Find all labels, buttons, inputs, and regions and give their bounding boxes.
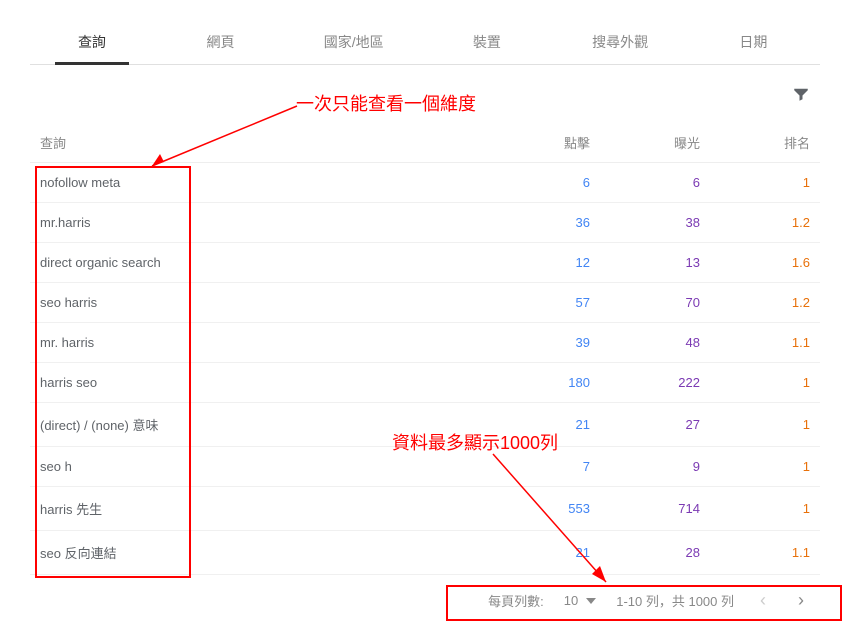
cell-impressions: 48 [590,335,700,350]
cell-impressions: 9 [590,459,700,474]
table-row[interactable]: (direct) / (none) 意味21271 [30,403,820,447]
dimension-tabs: 查詢 網頁 國家/地區 裝置 搜尋外觀 日期 [30,20,820,65]
cell-clicks: 180 [480,375,590,390]
cell-clicks: 36 [480,215,590,230]
header-rank[interactable]: 排名 [700,133,810,152]
header-impressions[interactable]: 曝光 [590,133,700,152]
cell-query: nofollow meta [40,175,480,190]
table-row[interactable]: seo harris57701.2 [30,283,820,323]
table-row[interactable]: mr. harris39481.1 [30,323,820,363]
cell-rank: 1.1 [700,335,810,350]
table-body: nofollow meta661mr.harris36381.2direct o… [30,163,820,575]
cell-rank: 1.2 [700,295,810,310]
prev-page-button[interactable]: ‹ [754,590,772,611]
cell-rank: 1 [700,175,810,190]
cell-query: harris 先生 [40,499,480,518]
rows-per-page-value: 10 [564,593,578,608]
cell-impressions: 70 [590,295,700,310]
cell-rank: 1 [700,375,810,390]
cell-rank: 1 [700,459,810,474]
cell-query: (direct) / (none) 意味 [40,415,480,434]
cell-impressions: 38 [590,215,700,230]
table-row[interactable]: seo h791 [30,447,820,487]
cell-impressions: 28 [590,545,700,560]
tab-page[interactable]: 網頁 [154,20,287,64]
cell-rank: 1.2 [700,215,810,230]
cell-impressions: 6 [590,175,700,190]
cell-query: mr. harris [40,335,480,350]
tab-query[interactable]: 查詢 [30,20,154,64]
next-page-button[interactable]: › [792,590,810,611]
cell-impressions: 13 [590,255,700,270]
cell-clicks: 39 [480,335,590,350]
rows-per-page-select[interactable]: 10 [564,593,596,608]
table-footer: 每頁列數: 10 1-10 列，共 1000 列 ‹ › [30,575,820,626]
table-row[interactable]: seo 反向連結21281.1 [30,531,820,575]
cell-clicks: 21 [480,545,590,560]
cell-impressions: 27 [590,417,700,432]
cell-rank: 1 [700,501,810,516]
cell-query: harris seo [40,375,480,390]
table-row[interactable]: direct organic search12131.6 [30,243,820,283]
cell-clicks: 12 [480,255,590,270]
tab-country[interactable]: 國家/地區 [287,20,420,64]
cell-clicks: 57 [480,295,590,310]
cell-query: mr.harris [40,215,480,230]
cell-impressions: 714 [590,501,700,516]
table-row[interactable]: harris 先生5537141 [30,487,820,531]
tab-device[interactable]: 裝置 [420,20,553,64]
cell-query: seo 反向連結 [40,543,480,562]
table-row[interactable]: mr.harris36381.2 [30,203,820,243]
cell-query: direct organic search [40,255,480,270]
cell-clicks: 6 [480,175,590,190]
tab-appearance[interactable]: 搜尋外觀 [554,20,687,64]
cell-impressions: 222 [590,375,700,390]
header-clicks[interactable]: 點擊 [480,133,590,152]
cell-rank: 1.6 [700,255,810,270]
cell-clicks: 553 [480,501,590,516]
chevron-down-icon [586,596,596,606]
table-row[interactable]: nofollow meta661 [30,163,820,203]
tab-date[interactable]: 日期 [687,20,820,64]
cell-query: seo h [40,459,480,474]
cell-clicks: 7 [480,459,590,474]
cell-rank: 1.1 [700,545,810,560]
cell-query: seo harris [40,295,480,310]
rows-per-page-label: 每頁列數: [488,591,544,610]
table-row[interactable]: harris seo1802221 [30,363,820,403]
cell-clicks: 21 [480,417,590,432]
table-header: 查詢 點擊 曝光 排名 [30,123,820,163]
filter-icon[interactable] [792,85,810,108]
cell-rank: 1 [700,417,810,432]
header-query: 查詢 [40,133,480,152]
pagination-range: 1-10 列，共 1000 列 [616,591,734,610]
